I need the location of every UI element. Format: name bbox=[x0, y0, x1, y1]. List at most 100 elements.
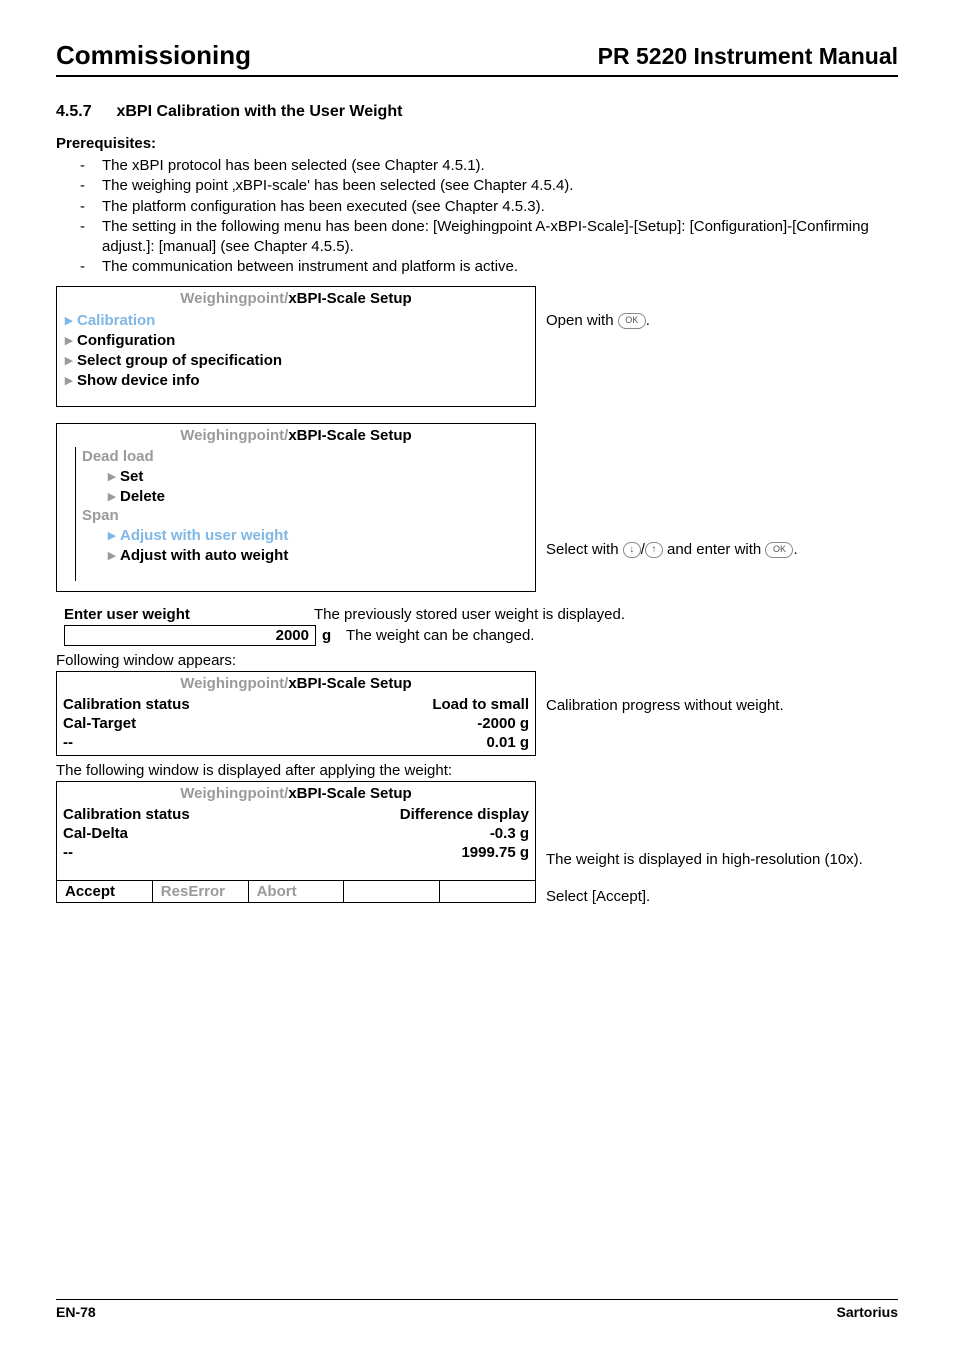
menu-item-label: Delete bbox=[120, 488, 165, 505]
prereq-item: The weighing point ‚xBPI-scale' has been… bbox=[68, 176, 898, 196]
panel1-note: Open with OK. bbox=[536, 286, 898, 329]
panel3-note: Calibration progress without weight. bbox=[536, 671, 898, 714]
panel-title: Weighingpoint/xBPI-Scale Setup bbox=[57, 672, 535, 695]
panel-title-name: xBPI-Scale Setup bbox=[288, 675, 411, 692]
header-left: Commissioning bbox=[56, 40, 251, 71]
row-label: Cal-Target bbox=[63, 715, 136, 732]
row-label: -- bbox=[63, 844, 73, 861]
note-suffix: . bbox=[793, 541, 797, 558]
note-text: Calibration progress without weight. bbox=[546, 697, 784, 714]
softkey-empty bbox=[440, 881, 535, 902]
panel-title-path: Weighingpoint/ bbox=[180, 675, 288, 692]
softkey-accept[interactable]: Accept bbox=[57, 881, 153, 902]
panel-title-path: Weighingpoint/ bbox=[180, 785, 288, 802]
panel2-note: Select with ↓/↑ and enter with OK. bbox=[536, 423, 898, 558]
arrow-down-key-icon: ↓ bbox=[623, 542, 641, 558]
section-heading: 4.5.7 xBPI Calibration with the User Wei… bbox=[56, 103, 898, 121]
weight-unit: g bbox=[322, 627, 340, 644]
triangle-right-icon: ▸ bbox=[65, 331, 77, 349]
prereq-item: The communication between instrument and… bbox=[68, 257, 898, 277]
note-suffix: . bbox=[646, 312, 650, 329]
panel-title: Weighingpoint/xBPI-Scale Setup bbox=[57, 424, 535, 447]
footer-left: EN-78 bbox=[56, 1304, 96, 1320]
row-value: -2000 g bbox=[477, 715, 529, 732]
status-row: -- 1999.75 g bbox=[57, 843, 535, 862]
menu-item-device-info[interactable]: ▸Show device info bbox=[63, 370, 529, 390]
panel-title-path: Weighingpoint/ bbox=[180, 427, 288, 444]
arrow-up-key-icon: ↑ bbox=[645, 542, 663, 558]
menu-item-label: Show device info bbox=[77, 372, 200, 389]
menu-item-configuration[interactable]: ▸Configuration bbox=[63, 330, 529, 350]
panel-title: Weighingpoint/xBPI-Scale Setup bbox=[57, 782, 535, 805]
enter-weight-label: Enter user weight bbox=[56, 606, 314, 623]
section-number: 4.5.7 bbox=[56, 103, 112, 121]
weight-number: 2000 bbox=[276, 627, 309, 644]
softkey-label: Abort bbox=[257, 883, 297, 900]
triangle-right-icon: ▸ bbox=[65, 371, 77, 389]
menu-item-label: Adjust with auto weight bbox=[120, 547, 288, 564]
triangle-right-icon: ▸ bbox=[108, 487, 120, 505]
panel-title-name: xBPI-Scale Setup bbox=[288, 785, 411, 802]
row-value: 0.01 g bbox=[486, 734, 529, 751]
prereq-item: The xBPI protocol has been selected (see… bbox=[68, 156, 898, 176]
triangle-right-icon: ▸ bbox=[65, 311, 77, 329]
header-right: PR 5220 Instrument Manual bbox=[598, 43, 898, 70]
note-prefix: Select with bbox=[546, 541, 623, 558]
following-text: Following window appears: bbox=[56, 652, 898, 669]
row-value: Load to small bbox=[432, 696, 529, 713]
panel-title-path: Weighingpoint/ bbox=[180, 290, 288, 307]
menu-group-span: Span bbox=[80, 506, 523, 525]
softkey-row: Accept ResError Abort bbox=[57, 880, 535, 902]
user-weight-value[interactable]: 2000 bbox=[64, 625, 316, 646]
menu-item-label: Configuration bbox=[77, 332, 175, 349]
softkey-label: ResError bbox=[161, 883, 225, 900]
softkey-abort[interactable]: Abort bbox=[249, 881, 345, 902]
panel-cal-diff: Weighingpoint/xBPI-Scale Setup Calibrati… bbox=[56, 781, 536, 903]
softkey-reserror[interactable]: ResError bbox=[153, 881, 249, 902]
high-res-note: The weight is displayed in high-resoluti… bbox=[546, 851, 898, 868]
menu-item-calibration[interactable]: ▸Calibration bbox=[63, 310, 529, 330]
menu-item-label: Select group of specification bbox=[77, 352, 282, 369]
menu-item-label: Set bbox=[120, 468, 143, 485]
triangle-right-icon: ▸ bbox=[108, 546, 120, 564]
menu-item-set[interactable]: ▸Set bbox=[80, 466, 523, 486]
menu-item-adjust-auto[interactable]: ▸Adjust with auto weight bbox=[80, 545, 523, 565]
row-label: Calibration status bbox=[63, 806, 190, 823]
menu-item-adjust-user[interactable]: ▸Adjust with user weight bbox=[80, 525, 523, 545]
softkey-label: Accept bbox=[65, 883, 115, 900]
status-row: Cal-Target -2000 g bbox=[57, 714, 535, 733]
row-label: -- bbox=[63, 734, 73, 751]
triangle-right-icon: ▸ bbox=[108, 526, 120, 544]
footer-right: Sartorius bbox=[837, 1304, 898, 1320]
status-row: Calibration status Difference display bbox=[57, 805, 535, 824]
prereq-item: The platform configuration has been exec… bbox=[68, 197, 898, 217]
row-value: 1999.75 g bbox=[461, 844, 529, 861]
panel4-notes: The weight is displayed in high-resoluti… bbox=[536, 781, 898, 905]
row-label: Calibration status bbox=[63, 696, 190, 713]
row-label: Cal-Delta bbox=[63, 825, 128, 842]
menu-group-dead-load: Dead load bbox=[80, 447, 523, 466]
panel-cal-progress: Weighingpoint/xBPI-Scale Setup Calibrati… bbox=[56, 671, 536, 756]
prereq-heading: Prerequisites: bbox=[56, 135, 898, 152]
menu-item-delete[interactable]: ▸Delete bbox=[80, 486, 523, 506]
triangle-right-icon: ▸ bbox=[65, 351, 77, 369]
enter-weight-desc: The previously stored user weight is dis… bbox=[314, 606, 898, 623]
softkey-empty bbox=[344, 881, 440, 902]
menu-item-label: Calibration bbox=[77, 312, 155, 329]
status-row: -- 0.01 g bbox=[57, 733, 535, 755]
row-value: -0.3 g bbox=[490, 825, 529, 842]
select-accept-note: Select [Accept]. bbox=[546, 888, 898, 905]
ok-key-icon: OK bbox=[765, 542, 793, 558]
section-title: xBPI Calibration with the User Weight bbox=[116, 103, 402, 120]
panel-title-name: xBPI-Scale Setup bbox=[288, 427, 411, 444]
panel-title-name: xBPI-Scale Setup bbox=[288, 290, 411, 307]
panel-scale-setup-main: Weighingpoint/xBPI-Scale Setup ▸Calibrat… bbox=[56, 286, 536, 407]
prereq-item: The setting in the following menu has be… bbox=[68, 217, 898, 258]
menu-item-select-group[interactable]: ▸Select group of specification bbox=[63, 350, 529, 370]
panel-title: Weighingpoint/xBPI-Scale Setup bbox=[57, 287, 535, 310]
weight-change-note: The weight can be changed. bbox=[340, 627, 898, 644]
ok-key-icon: OK bbox=[618, 313, 646, 329]
prereq-list: The xBPI protocol has been selected (see… bbox=[56, 156, 898, 278]
panel-scale-setup-cal: Weighingpoint/xBPI-Scale Setup Dead load… bbox=[56, 423, 536, 592]
note-text: Open with bbox=[546, 312, 618, 329]
